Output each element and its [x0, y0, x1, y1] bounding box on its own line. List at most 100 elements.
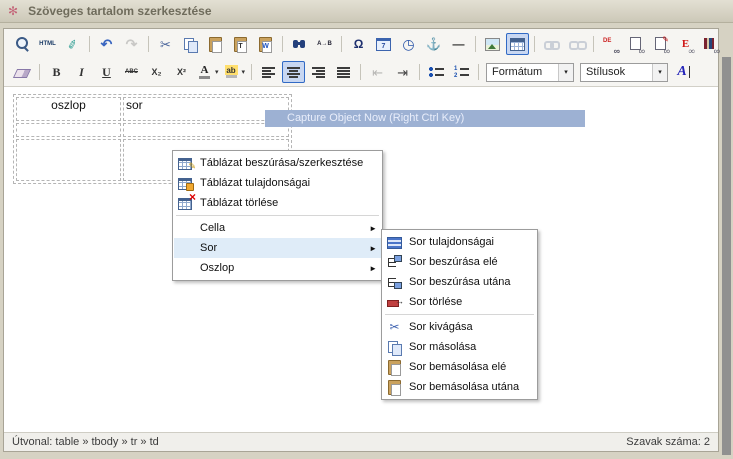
submenu-row-paste-after[interactable]: Sor bemásolása utána: [383, 377, 536, 397]
chevron-down-icon[interactable]: ▾: [558, 64, 573, 81]
menu-table-delete-label: Táblázat törlése: [200, 197, 377, 209]
toolbar-separator: [593, 36, 594, 52]
document-link-button[interactable]: [624, 33, 647, 55]
submenu-row-delete[interactable]: Sor törlése: [383, 292, 536, 312]
editor-table-cell[interactable]: [16, 123, 121, 137]
row-submenu: Sor tulajdonságai Sor beszúrása elé Sor be…: [381, 229, 538, 400]
submenu-row-copy-label: Sor másolása: [409, 341, 532, 353]
submenu-row-copy[interactable]: Sor másolása: [383, 337, 536, 357]
toolbar-separator: [148, 36, 149, 52]
toolbar-separator: [89, 36, 90, 52]
indent-button[interactable]: ⇥: [391, 61, 414, 83]
superscript-button[interactable]: X²: [170, 61, 193, 83]
align-left-button[interactable]: [257, 61, 280, 83]
insert-time-button[interactable]: ◷: [397, 33, 420, 55]
align-center-button[interactable]: [282, 61, 305, 83]
justify-button[interactable]: [332, 61, 355, 83]
tbl-del-icon: [177, 195, 194, 211]
tbl-props-icon: [177, 175, 194, 191]
submenu-row-cut[interactable]: ✂Sor kivágása: [383, 317, 536, 337]
strikethrough-button[interactable]: ABC: [120, 61, 143, 83]
copy-button[interactable]: [179, 33, 202, 55]
source-button[interactable]: HTML: [36, 33, 59, 55]
submenu-row-properties[interactable]: Sor tulajdonságai: [383, 232, 536, 252]
submenu-row-insert-after[interactable]: Sor beszúrása utána: [383, 272, 536, 292]
menu-table-insert-edit[interactable]: Táblázat beszúrása/szerkesztése: [174, 153, 381, 173]
internal-link-button[interactable]: DE: [599, 33, 622, 55]
table-context-menu: Táblázat beszúrása/szerkesztéseTáblázat …: [172, 150, 383, 281]
bold-button[interactable]: B: [45, 61, 68, 83]
toolbar-separator: [534, 36, 535, 52]
underline-icon: U: [98, 64, 115, 81]
toolbar-separator: [341, 36, 342, 52]
toolbar-row-2: BIUABCX₂X²A▾ab▾⇤⇥Formátum▾Stílusok▾A: [4, 58, 718, 86]
bg-color-icon: ab: [223, 64, 240, 81]
library-link-button[interactable]: [699, 33, 722, 55]
chevron-down-icon: ▾: [215, 68, 219, 76]
window-titlebar: ✻ Szöveges tartalom szerkesztése: [0, 0, 733, 23]
undo-button[interactable]: ↶: [95, 33, 118, 55]
align-justify-icon: [335, 64, 352, 81]
styles-combo[interactable]: Stílusok▾: [580, 63, 668, 82]
anchor-button[interactable]: ⚓: [422, 33, 445, 55]
special-char-button[interactable]: Ω: [347, 33, 370, 55]
ul-icon: [428, 64, 445, 81]
table-button[interactable]: [506, 33, 529, 55]
menu-table-delete[interactable]: Táblázat törlése: [174, 193, 381, 213]
image-button[interactable]: [481, 33, 504, 55]
subscript-button[interactable]: X₂: [145, 61, 168, 83]
hrule-icon: —: [450, 36, 467, 53]
binoculars-icon: [291, 36, 308, 53]
element-path[interactable]: Útvonal: table » tbody » tr » td: [12, 436, 159, 448]
image-icon: [484, 36, 501, 53]
cut-button[interactable]: ✂: [154, 33, 177, 55]
chain-broken-icon: [568, 36, 585, 53]
underline-button[interactable]: U: [95, 61, 118, 83]
paste-button[interactable]: [204, 33, 227, 55]
submenu-row-insert-before-label: Sor beszúrása elé: [409, 256, 532, 268]
document-edit-link-button[interactable]: ✎: [649, 33, 672, 55]
about-a-icon: A: [675, 64, 692, 81]
tbl-edit-icon: [177, 155, 194, 171]
menu-separator: [385, 314, 534, 315]
align-right-button[interactable]: [307, 61, 330, 83]
redo-icon: ↷: [123, 36, 140, 53]
highlight-color-button[interactable]: ab▾: [222, 61, 247, 83]
text-color-button[interactable]: A▾: [195, 61, 220, 83]
menu-cell[interactable]: Cella►: [174, 218, 381, 238]
editor-table-cell[interactable]: [16, 139, 121, 181]
submenu-arrow-icon: ►: [369, 264, 377, 273]
submenu-row-insert-before[interactable]: Sor beszúrása elé: [383, 252, 536, 272]
menu-table-properties[interactable]: Táblázat tulajdonságai: [174, 173, 381, 193]
replace-button[interactable]: A→B: [313, 33, 336, 55]
remove-format-button[interactable]: [11, 61, 34, 83]
menu-row[interactable]: Sor►: [174, 238, 381, 258]
strike-icon: ABC: [123, 64, 140, 81]
paste-icon: [207, 36, 224, 53]
templates-button[interactable]: ✐: [61, 33, 84, 55]
format-combo[interactable]: Formátum▾: [486, 63, 574, 82]
submenu-row-paste-before-label: Sor bemásolása elé: [409, 361, 532, 373]
insert-date-button[interactable]: 7: [372, 33, 395, 55]
menu-row-label: Sor: [200, 242, 361, 254]
italic-button[interactable]: I: [70, 61, 93, 83]
chevron-down-icon[interactable]: ▾: [652, 64, 667, 81]
editor-table-cell[interactable]: oszlop: [16, 97, 121, 121]
table-grid-icon: [509, 36, 526, 53]
bullet-list-button[interactable]: [425, 61, 448, 83]
e-link-button[interactable]: E: [674, 33, 697, 55]
paste3-icon: [386, 379, 403, 395]
find-button[interactable]: [288, 33, 311, 55]
about-button[interactable]: A: [672, 61, 695, 83]
horizontal-rule-button[interactable]: —: [447, 33, 470, 55]
preview-button[interactable]: [11, 33, 34, 55]
numbered-list-button[interactable]: [450, 61, 473, 83]
doc-edit-link-icon: ✎: [652, 36, 669, 53]
doc-link-icon: [627, 36, 644, 53]
submenu-row-paste-before[interactable]: Sor bemásolása elé: [383, 357, 536, 377]
indent-icon: ⇥: [394, 64, 411, 81]
paste-text-button[interactable]: T: [229, 33, 252, 55]
paste2-icon: [386, 359, 403, 375]
menu-column[interactable]: Oszlop►: [174, 258, 381, 278]
paste-word-button[interactable]: W: [254, 33, 277, 55]
